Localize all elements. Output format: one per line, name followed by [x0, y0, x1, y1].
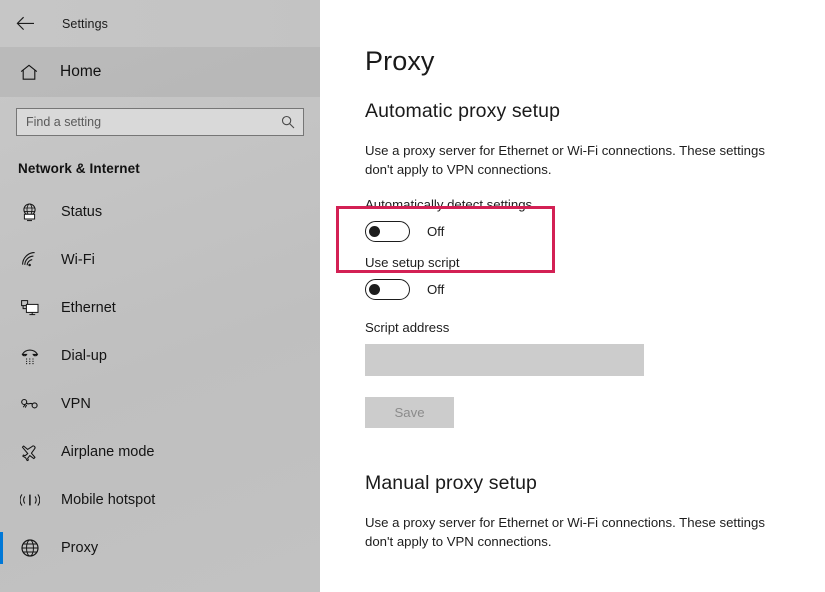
sidebar-item-dial-up[interactable]: Dial-up — [0, 332, 320, 380]
back-button[interactable] — [2, 4, 48, 44]
sidebar-category-title: Network & Internet — [18, 161, 140, 176]
sidebar-item-ethernet[interactable]: Ethernet — [0, 284, 320, 332]
globe-monitor-icon — [18, 202, 42, 222]
search-input[interactable] — [17, 109, 303, 135]
manual-proxy-setup-heading: Manual proxy setup — [365, 472, 537, 494]
search-box[interactable] — [16, 108, 304, 136]
settings-window: Settings Home Network & Intern — [0, 0, 825, 592]
use-setup-script-toggle-row: Off — [365, 279, 825, 300]
ethernet-icon — [18, 298, 42, 318]
auto-detect-settings-state: Off — [427, 224, 445, 239]
sidebar-item-label: Status — [61, 204, 103, 220]
window-title: Settings — [62, 16, 108, 31]
automatic-proxy-description: Use a proxy server for Ethernet or Wi-Fi… — [365, 143, 765, 177]
page-title: Proxy — [365, 46, 435, 76]
auto-detect-settings-label: Automatically detect settings — [365, 197, 533, 212]
sidebar-item-label: Proxy — [61, 540, 99, 556]
automatic-proxy-setup-heading: Automatic proxy setup — [365, 100, 561, 122]
sidebar-item-label: Wi-Fi — [61, 252, 95, 268]
toggle-knob — [369, 284, 380, 295]
vpn-key-icon — [18, 394, 42, 414]
search-container — [0, 97, 320, 136]
use-setup-script-toggle[interactable] — [365, 279, 410, 300]
home-icon — [18, 64, 40, 81]
wifi-icon — [18, 250, 42, 270]
sidebar-item-status[interactable]: Status — [0, 188, 320, 236]
settings-sidebar: Settings Home Network & Intern — [0, 0, 320, 592]
toggle-knob — [369, 226, 380, 237]
sidebar-item-mobile-hotspot[interactable]: Mobile hotspot — [0, 476, 320, 524]
sidebar-item-wifi[interactable]: Wi-Fi — [0, 236, 320, 284]
back-arrow-icon — [16, 16, 35, 31]
home-label: Home — [60, 63, 102, 80]
sidebar-item-label: Ethernet — [61, 300, 116, 316]
search-icon[interactable] — [281, 115, 295, 129]
use-setup-script-group: Use setup script Off — [365, 255, 825, 300]
sidebar-item-airplane-mode[interactable]: Airplane mode — [0, 428, 320, 476]
sidebar-item-vpn[interactable]: VPN — [0, 380, 320, 428]
hotspot-icon — [18, 490, 42, 510]
globe-icon — [18, 538, 42, 558]
sidebar-item-proxy[interactable]: Proxy — [0, 524, 320, 572]
auto-detect-settings-toggle-row: Off — [365, 221, 825, 242]
sidebar-nav-list: Status Wi-Fi Ethernet Dial-up VPN Airpla… — [0, 188, 320, 572]
sidebar-item-label: Dial-up — [61, 348, 107, 364]
sidebar-item-label: Airplane mode — [61, 444, 155, 460]
use-setup-script-state: Off — [427, 282, 445, 297]
script-address-input[interactable] — [365, 344, 644, 376]
main-content: Proxy Automatic proxy setup Use a proxy … — [320, 0, 825, 592]
script-address-label: Script address — [365, 320, 450, 335]
airplane-icon — [18, 442, 42, 462]
title-bar: Settings — [0, 0, 320, 47]
use-setup-script-label: Use setup script — [365, 255, 460, 270]
manual-proxy-description: Use a proxy server for Ethernet or Wi-Fi… — [365, 515, 765, 549]
auto-detect-settings-toggle[interactable] — [365, 221, 410, 242]
save-button[interactable]: Save — [365, 397, 454, 428]
sidebar-item-label: VPN — [61, 396, 91, 412]
dialup-phone-icon — [18, 346, 42, 366]
sidebar-item-label: Mobile hotspot — [61, 492, 156, 508]
sidebar-item-home[interactable]: Home — [0, 47, 320, 97]
auto-detect-settings-group: Automatically detect settings Off — [365, 197, 825, 242]
selection-accent-bar — [0, 532, 3, 564]
